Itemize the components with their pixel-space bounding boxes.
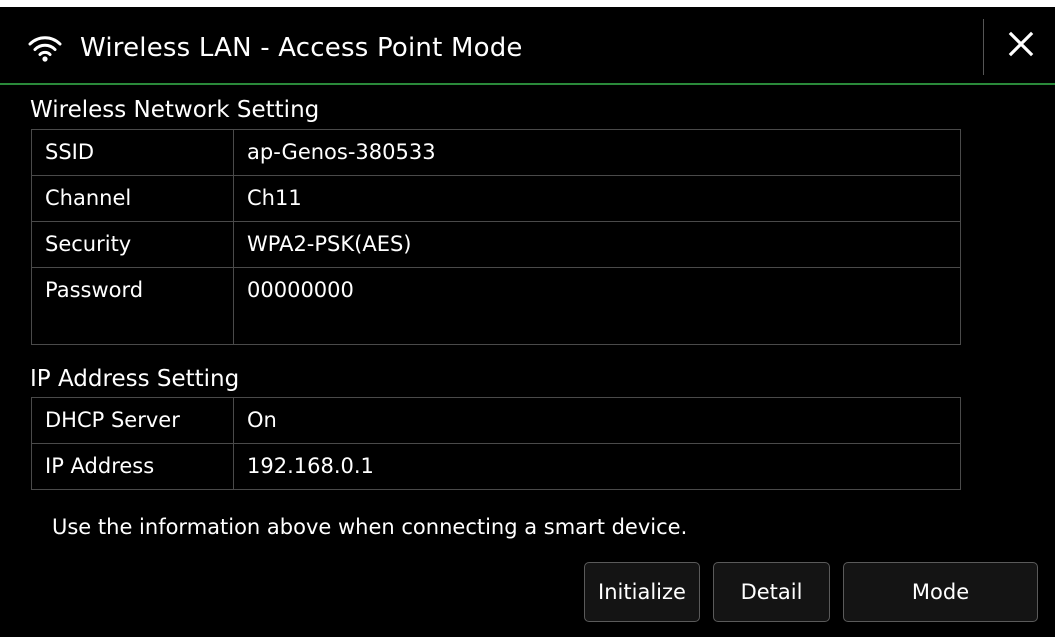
title-bar: Wireless LAN - Access Point Mode: [0, 7, 1055, 85]
channel-label: Channel: [31, 175, 234, 222]
ssid-label: SSID: [31, 129, 234, 176]
wireless-settings-table: SSID ap-Genos-380533 Channel Ch11 Securi…: [31, 129, 961, 345]
ip-address-label: IP Address: [31, 443, 234, 490]
channel-value: Ch11: [233, 175, 961, 222]
mode-button[interactable]: Mode: [843, 562, 1038, 622]
security-value: WPA2-PSK(AES): [233, 221, 961, 268]
info-message: Use the information above when connectin…: [52, 515, 688, 539]
wifi-icon: [28, 33, 62, 63]
dhcp-server-value: On: [233, 397, 961, 444]
ip-section-title: IP Address Setting: [30, 366, 240, 392]
initialize-button[interactable]: Initialize: [584, 562, 700, 622]
close-button[interactable]: [990, 15, 1052, 77]
close-icon: [1006, 29, 1036, 63]
window-title: Wireless LAN - Access Point Mode: [80, 33, 523, 63]
table-row: IP Address 192.168.0.1: [31, 443, 961, 490]
table-row: Channel Ch11: [31, 175, 961, 222]
table-row: Password 00000000: [31, 267, 961, 345]
detail-button[interactable]: Detail: [713, 562, 830, 622]
table-row: DHCP Server On: [31, 397, 961, 444]
dhcp-server-label: DHCP Server: [31, 397, 234, 444]
wireless-section-title: Wireless Network Setting: [30, 97, 320, 123]
ip-settings-table: DHCP Server On IP Address 192.168.0.1: [31, 397, 961, 490]
security-label: Security: [31, 221, 234, 268]
table-row: Security WPA2-PSK(AES): [31, 221, 961, 268]
title-divider: [983, 19, 984, 75]
password-label: Password: [31, 267, 234, 345]
ip-address-value: 192.168.0.1: [233, 443, 961, 490]
top-edge-strip: [0, 0, 1055, 7]
table-row: SSID ap-Genos-380533: [31, 129, 961, 176]
ssid-value: ap-Genos-380533: [233, 129, 961, 176]
password-value: 00000000: [233, 267, 961, 345]
